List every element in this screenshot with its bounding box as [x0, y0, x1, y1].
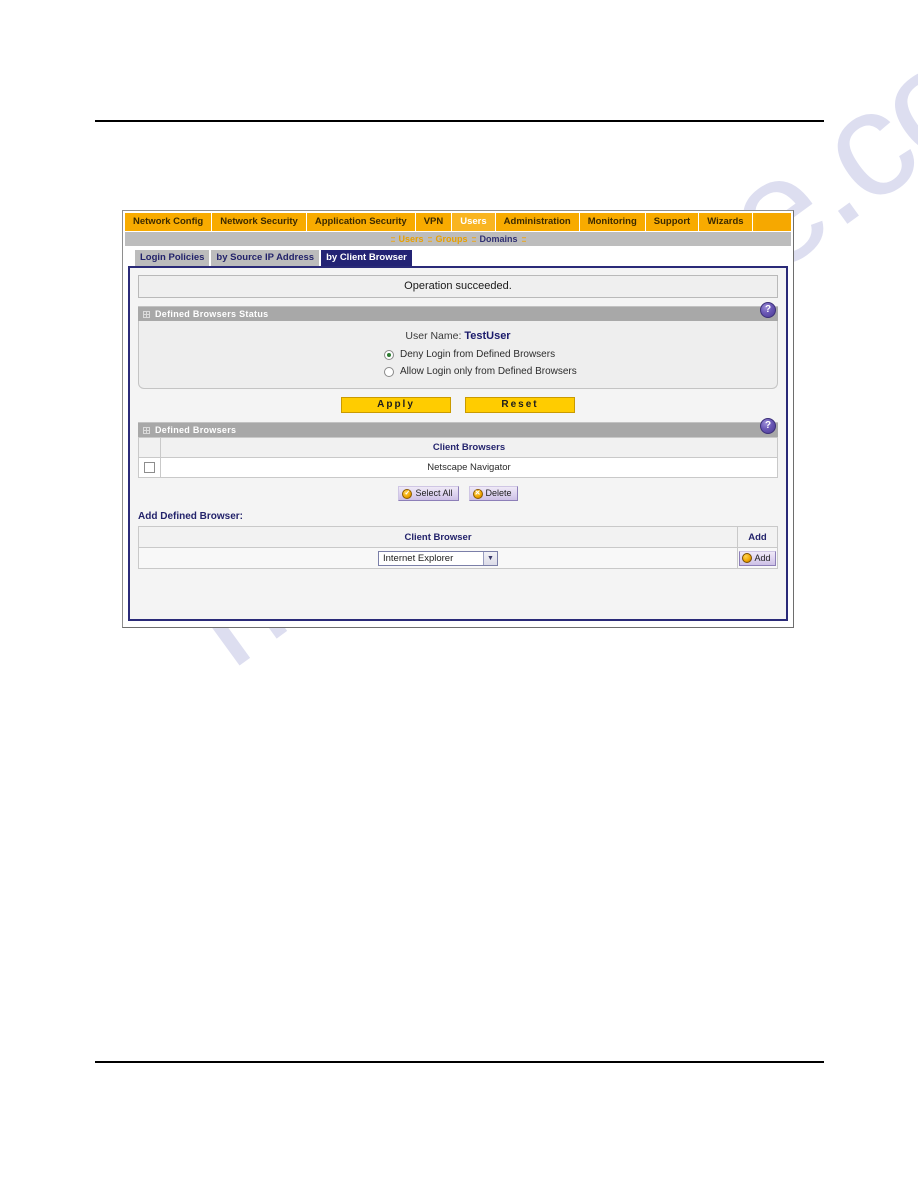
- nav-item-wizards[interactable]: Wizards: [699, 213, 753, 231]
- client-browser-select-value: Internet Explorer: [383, 552, 454, 564]
- radio-deny-login-indicator[interactable]: [384, 349, 394, 360]
- section-header-defined-browsers: Defined Browsers ?: [138, 418, 778, 437]
- user-name-value: TestUser: [464, 330, 511, 342]
- admin-ui-frame: Network Config Network Security Applicat…: [125, 213, 791, 625]
- nav-item-users[interactable]: Users: [452, 213, 496, 231]
- add-button-label: Add: [754, 552, 771, 563]
- add-button[interactable]: Add: [739, 550, 776, 566]
- select-all-button[interactable]: ✓ Select All: [398, 486, 459, 501]
- apply-button[interactable]: Apply: [341, 397, 451, 413]
- secondary-navigation: :: Users :: Groups :: Domains ::: [125, 232, 791, 248]
- subnav-item-groups[interactable]: Groups: [436, 234, 468, 244]
- browsers-action-buttons: ✓ Select All ✕ Delete: [138, 486, 778, 501]
- nav-item-network-security[interactable]: Network Security: [212, 213, 307, 231]
- subnav-separator-2: ::: [471, 234, 477, 244]
- add-table-header-row: Client Browser Add: [138, 526, 778, 548]
- tab-login-policies[interactable]: Login Policies: [135, 250, 210, 266]
- radio-deny-login-label: Deny Login from Defined Browsers: [400, 349, 556, 360]
- page-header-rule: [95, 120, 824, 122]
- defined-browsers-status-panel: User Name: TestUser Deny Login from Defi…: [138, 321, 778, 389]
- page-footer-rule: [95, 1061, 824, 1063]
- table-header-row: Client Browsers: [138, 437, 778, 458]
- reset-button[interactable]: Reset: [465, 397, 575, 413]
- table-row: Netscape Navigator: [138, 457, 778, 478]
- tab-by-client-browser[interactable]: by Client Browser: [321, 250, 412, 266]
- add-defined-browser-label: Add Defined Browser:: [138, 511, 244, 522]
- delete-label: Delete: [485, 488, 512, 498]
- table-header-client-browsers: Client Browsers: [160, 437, 778, 458]
- content-panel: Operation succeeded. Defined Browsers St…: [128, 266, 788, 621]
- grip-icon: [143, 310, 150, 318]
- nav-filler: [752, 213, 756, 231]
- x-circle-icon: ✕: [472, 488, 483, 499]
- nav-item-vpn[interactable]: VPN: [415, 213, 453, 231]
- nav-item-network-config[interactable]: Network Config: [125, 213, 213, 231]
- nav-item-administration[interactable]: Administration: [495, 213, 580, 231]
- client-browser-select[interactable]: Internet Explorer ▼: [378, 550, 498, 566]
- add-table-header-client-browser: Client Browser: [138, 526, 738, 548]
- user-name-row: User Name: TestUser: [139, 330, 777, 342]
- nav-item-application-security[interactable]: Application Security: [306, 213, 416, 231]
- row-checkbox[interactable]: [144, 461, 155, 473]
- help-question-icon[interactable]: ?: [760, 418, 776, 434]
- delete-button[interactable]: ✕ Delete: [468, 486, 518, 501]
- section-header-defined-browsers-status: Defined Browsers Status ?: [138, 302, 778, 321]
- nav-item-support[interactable]: Support: [645, 213, 700, 231]
- add-circle-icon: [742, 553, 753, 563]
- subnav-item-users[interactable]: Users: [398, 234, 423, 244]
- radio-allow-login-label: Allow Login only from Defined Browsers: [400, 366, 577, 377]
- section-title-defined-browsers: Defined Browsers: [155, 424, 237, 435]
- select-all-label: Select All: [415, 488, 453, 498]
- subnav-separator-0: ::: [390, 234, 395, 244]
- table-header-checkbox-column: [138, 437, 161, 458]
- status-message: Operation succeeded.: [138, 275, 778, 298]
- primary-navigation: Network Config Network Security Applicat…: [125, 213, 791, 232]
- login-policy-radio-group: Deny Login from Defined Browsers Allow L…: [139, 349, 777, 377]
- client-browser-select-cell: Internet Explorer ▼: [138, 547, 738, 569]
- subnav-separator-3: ::: [521, 234, 527, 244]
- user-name-label: User Name:: [405, 330, 462, 342]
- tab-by-source-ip-address[interactable]: by Source IP Address: [211, 250, 320, 266]
- grip-icon: [143, 426, 150, 434]
- row-browser-name: Netscape Navigator: [160, 457, 778, 478]
- add-button-wrap: Add: [738, 550, 777, 566]
- radio-allow-login-indicator[interactable]: [384, 366, 394, 377]
- add-table-row: Internet Explorer ▼ Add: [138, 547, 778, 569]
- radio-option-deny-login[interactable]: Deny Login from Defined Browsers: [384, 349, 555, 360]
- check-circle-icon: ✓: [402, 488, 413, 499]
- defined-browsers-table: Client Browsers Netscape Navigator: [138, 437, 778, 478]
- section-title-defined-browsers-status: Defined Browsers Status: [155, 308, 269, 319]
- status-action-buttons: Apply Reset: [138, 397, 778, 413]
- subnav-item-domains[interactable]: Domains: [480, 234, 518, 244]
- add-button-cell: Add: [737, 547, 778, 569]
- admin-ui-screenshot: Network Config Network Security Applicat…: [122, 210, 794, 628]
- chevron-down-icon[interactable]: ▼: [483, 551, 497, 565]
- add-defined-browser-table: Client Browser Add Internet Explorer ▼ A…: [138, 526, 778, 569]
- add-table-header-add: Add: [737, 526, 778, 548]
- help-question-icon[interactable]: ?: [760, 302, 776, 318]
- row-checkbox-cell[interactable]: [138, 457, 161, 478]
- nav-item-monitoring[interactable]: Monitoring: [579, 213, 646, 231]
- tab-bar: Login Policies by Source IP Address by C…: [125, 248, 791, 266]
- radio-option-allow-login[interactable]: Allow Login only from Defined Browsers: [384, 366, 577, 377]
- subnav-separator-1: ::: [427, 234, 433, 244]
